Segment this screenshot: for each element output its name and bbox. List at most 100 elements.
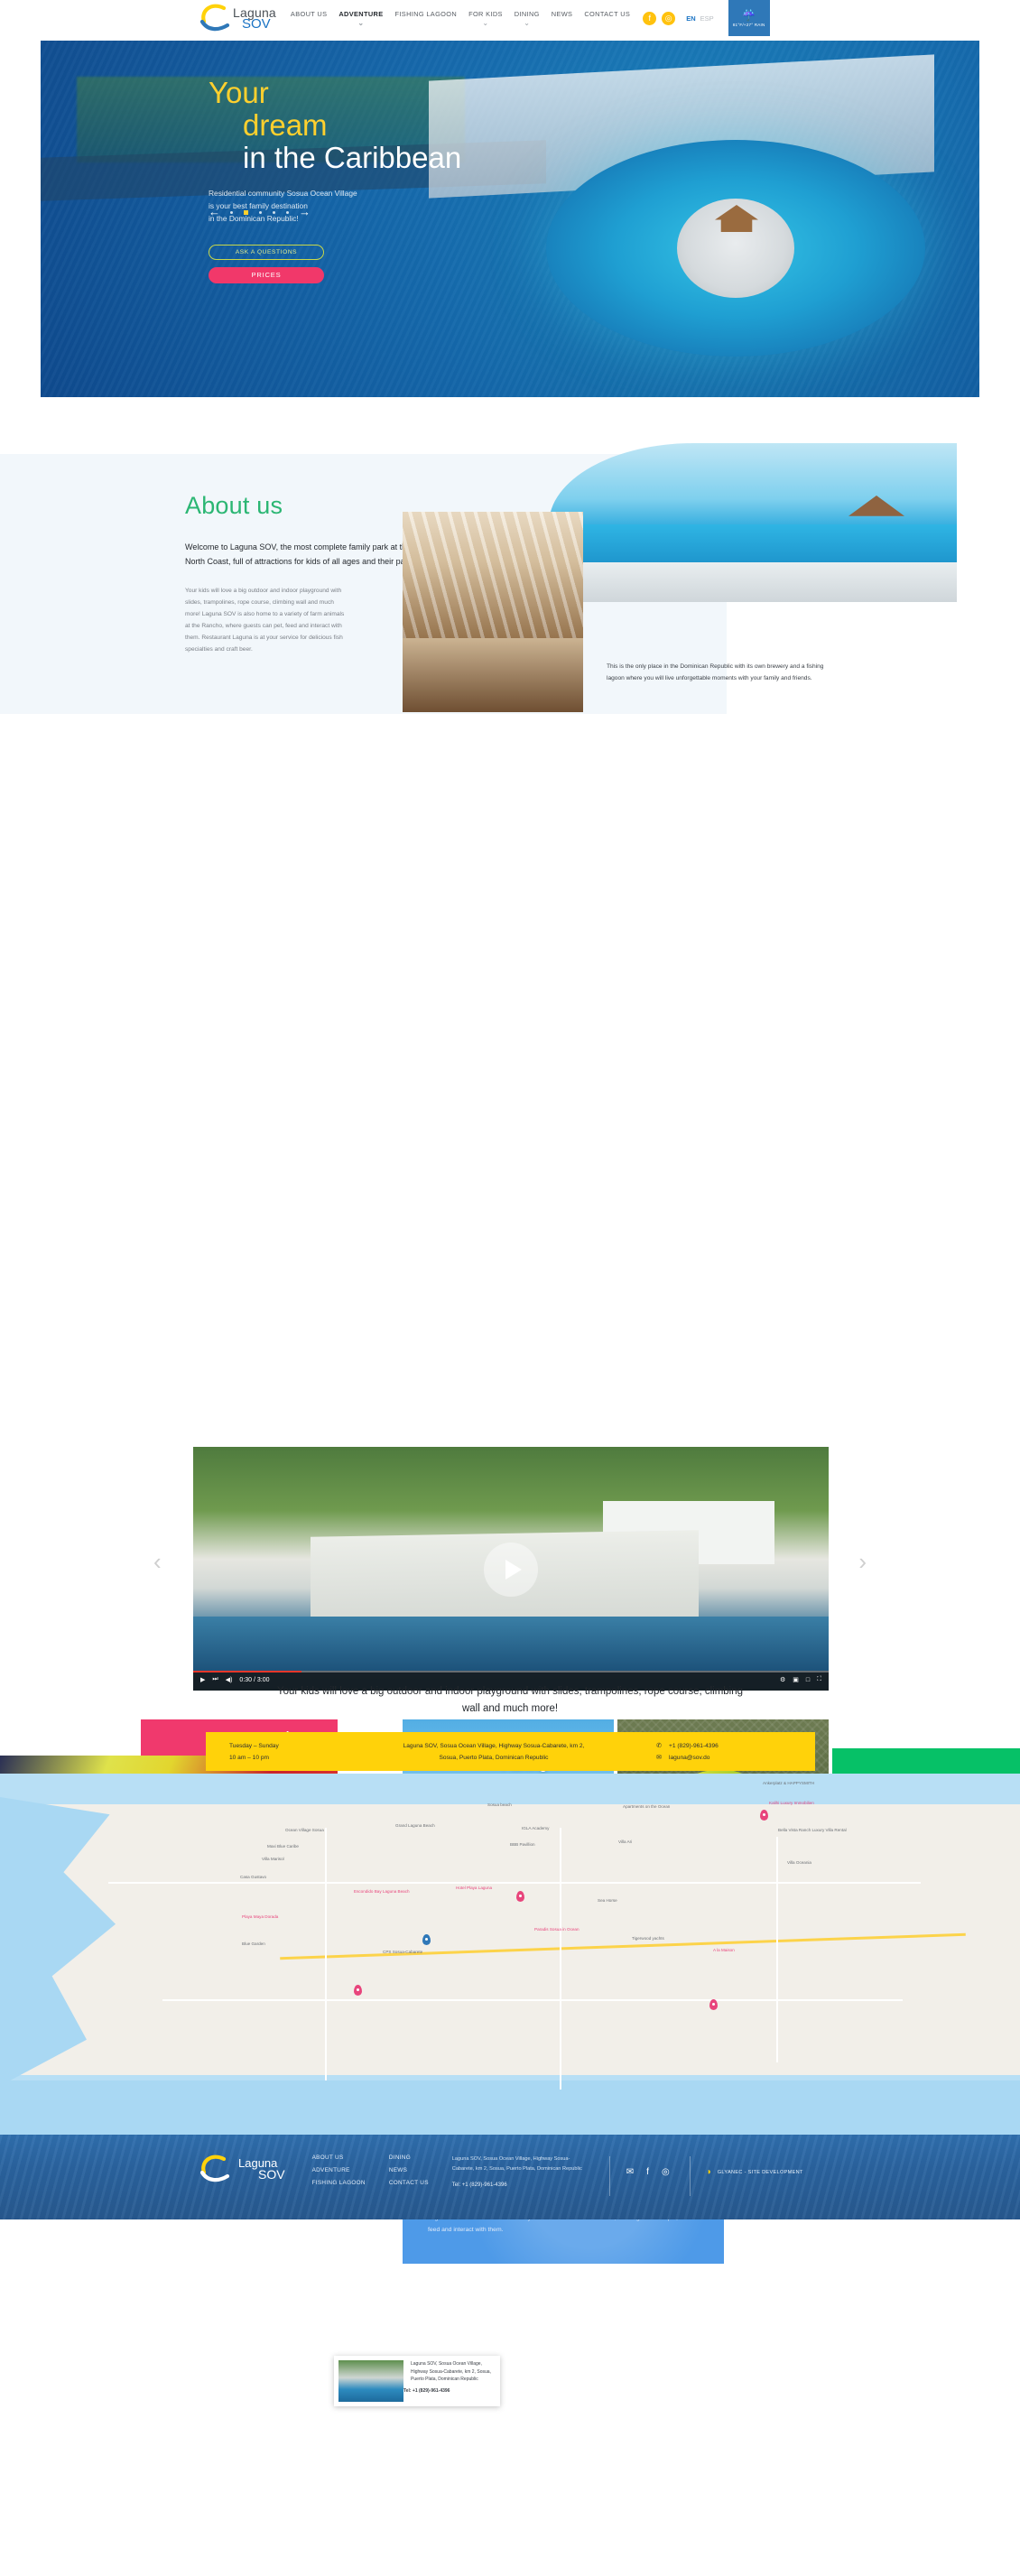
hero-dot-4[interactable] xyxy=(273,210,275,214)
hero-line-2: dream xyxy=(243,108,328,142)
instagram-icon[interactable]: ◎ xyxy=(662,2167,670,2177)
hero-dot-2[interactable] xyxy=(244,209,248,215)
footer-logo[interactable]: Laguna SOV xyxy=(197,2154,285,2183)
location-map[interactable]: Sosua beach IGLA Academy Apartments on the… xyxy=(0,1774,1020,2135)
about-photo-pool xyxy=(549,443,957,602)
nav-item-contact-us[interactable]: CONTACT US xyxy=(584,10,630,18)
site-header: Laguna SOV ABOUT US ADVENTURE ⌄ FISHING L… xyxy=(0,0,1020,36)
map-pin-laguna-sov[interactable] xyxy=(422,1934,431,1945)
hero-prev-arrow-icon[interactable]: ← xyxy=(209,206,220,218)
map-card-thumbnail xyxy=(338,2360,403,2402)
video-progress-bar[interactable] xyxy=(193,1671,829,1673)
site-logo[interactable]: Laguna SOV xyxy=(197,4,276,32)
footer-link-news[interactable]: NEWS xyxy=(389,2167,429,2173)
nav-label: ADVENTURE xyxy=(338,10,384,18)
facebook-icon[interactable]: f xyxy=(643,11,657,25)
video-progress-fill xyxy=(193,1671,301,1673)
footer-link-dining[interactable]: DINING xyxy=(389,2154,429,2161)
lang-esp[interactable]: ESP xyxy=(700,14,714,23)
map-pin-poi[interactable] xyxy=(760,1810,768,1821)
map-pin-poi[interactable] xyxy=(709,1999,718,2010)
video-left-controls: ▶ ⏭ ◀) 0:30 / 3:00 xyxy=(200,1676,270,1683)
email-row[interactable]: ✉ laguna@sov.do xyxy=(655,1752,719,1764)
map-label: Escondido Bay Laguna Beach xyxy=(354,1889,410,1894)
map-label: Ocean Village Sosua xyxy=(285,1828,324,1832)
contact-details: ✆ +1 (829)-961-4396 ✉ laguna@sov.do xyxy=(655,1740,719,1764)
email-icon[interactable]: ✉ xyxy=(626,2167,634,2177)
ask-a-question-button[interactable]: ASK A QUESTIONS xyxy=(209,245,324,260)
map-label: Villa Ari xyxy=(618,1839,633,1844)
footer-links-column-1: ABOUT US ADVENTURE FISHING LAGOON xyxy=(312,2154,366,2186)
video-right-controls: ⚙ ▣ □ ⛶ xyxy=(780,1676,821,1683)
facebook-icon[interactable]: f xyxy=(646,2167,649,2177)
map-label: Ankerplatz & HAPPYSMITH xyxy=(763,1781,815,1785)
map-pin-poi[interactable] xyxy=(516,1891,524,1902)
nav-label: NEWS xyxy=(551,10,573,18)
video-prev-arrow-icon[interactable]: ‹ xyxy=(153,1548,162,1576)
nav-item-about-us[interactable]: ABOUT US xyxy=(291,10,327,18)
settings-gear-icon[interactable]: ⚙ xyxy=(780,1676,785,1683)
video-timestamp: 0:30 / 3:00 xyxy=(239,1676,270,1683)
phone-icon: ✆ xyxy=(656,1742,662,1749)
contact-bar-section: Tuesday – Sunday 10 am – 10 pm Laguna SO… xyxy=(0,1719,1020,1774)
language-switcher: EN ESP xyxy=(686,14,713,23)
miniplayer-icon[interactable]: ▣ xyxy=(793,1676,799,1683)
play-button[interactable] xyxy=(484,1543,538,1597)
weather-widget[interactable]: ☔ 81°F/+27° RAIN xyxy=(728,0,770,36)
footer-link-contact-us[interactable]: CONTACT US xyxy=(389,2180,429,2186)
nav-item-for-kids[interactable]: FOR KIDS ⌄ xyxy=(468,10,503,27)
video-next-arrow-icon[interactable]: › xyxy=(858,1548,867,1576)
footer-link-adventure[interactable]: ADVENTURE xyxy=(312,2167,366,2173)
footer-link-about-us[interactable]: ABOUT US xyxy=(312,2154,366,2161)
instagram-icon[interactable]: ◎ xyxy=(662,11,676,25)
map-road xyxy=(325,1828,327,2080)
video-player[interactable]: ▶ ⏭ ◀) 0:30 / 3:00 ⚙ ▣ □ ⛶ xyxy=(193,1447,829,1691)
phone-row[interactable]: ✆ +1 (829)-961-4396 xyxy=(655,1740,719,1752)
map-label: IGLA Academy xyxy=(522,1826,550,1830)
map-label: Kalihi Luxury Immobilien xyxy=(769,1801,814,1805)
map-label: A la Maison xyxy=(713,1948,735,1952)
footer-address-block: Laguna SOV, Sosua Ocean Village, Highway… xyxy=(452,2154,589,2191)
map-info-card[interactable]: Laguna SOV, Sosua Ocean Village, Highway… xyxy=(334,2356,500,2406)
about-photo-restaurant-interior xyxy=(403,512,583,638)
chevron-down-icon: ⌄ xyxy=(482,19,489,27)
nav-label: FOR KIDS xyxy=(468,10,503,18)
footer-content: Laguna SOV ABOUT US ADVENTURE FISHING LA… xyxy=(197,2154,803,2196)
footer-link-fishing-lagoon[interactable]: FISHING LAGOON xyxy=(312,2180,366,2186)
fullscreen-icon[interactable]: ⛶ xyxy=(817,1676,821,1683)
hero-dot-1[interactable] xyxy=(230,210,233,214)
volume-icon[interactable]: ◀) xyxy=(226,1676,233,1683)
play-icon[interactable]: ▶ xyxy=(200,1676,205,1683)
map-pin-poi[interactable] xyxy=(354,1985,362,1996)
nav-item-dining[interactable]: DINING ⌄ xyxy=(515,10,540,27)
site-footer: Laguna SOV ABOUT US ADVENTURE FISHING LA… xyxy=(0,2135,1020,2219)
lang-en[interactable]: EN xyxy=(686,14,695,23)
developer-logo-icon: ◗ xyxy=(706,2167,712,2177)
hero-next-arrow-icon[interactable]: → xyxy=(299,206,311,218)
hero-buttons: ASK A QUESTIONS PRICES xyxy=(209,245,570,283)
nav-item-news[interactable]: NEWS xyxy=(552,10,573,18)
rain-cloud-icon: ☔ xyxy=(742,8,756,22)
theater-mode-icon[interactable]: □ xyxy=(806,1677,810,1683)
hero-dot-3[interactable] xyxy=(259,210,262,214)
footer-logo-mark-icon xyxy=(199,2154,230,2182)
chevron-down-icon: ⌄ xyxy=(357,19,365,27)
hero-dot-5[interactable] xyxy=(286,210,289,214)
footer-divider xyxy=(689,2156,691,2196)
nav-item-adventure[interactable]: ADVENTURE ⌄ xyxy=(338,10,384,27)
footer-developer-credit[interactable]: ◗ GLYANEC - SITE DEVELOPMENT xyxy=(707,2167,803,2177)
footer-social-links: ✉ f ◎ xyxy=(626,2167,670,2177)
opening-hours: Tuesday – Sunday 10 am – 10 pm xyxy=(229,1740,345,1764)
email-icon: ✉ xyxy=(656,1754,662,1761)
next-track-icon[interactable]: ⏭ xyxy=(212,1676,218,1683)
video-lagoon xyxy=(193,1617,829,1673)
map-label: Tigerwood yachts xyxy=(632,1936,664,1941)
main-navigation: ABOUT US ADVENTURE ⌄ FISHING LAGOON FOR K… xyxy=(291,0,630,36)
nav-item-fishing-lagoon[interactable]: FISHING LAGOON xyxy=(395,10,458,18)
opening-time: 10 am – 10 pm xyxy=(229,1754,269,1761)
about-text-block: About us Welcome to Laguna SOV, the most… xyxy=(185,492,429,655)
prices-button[interactable]: PRICES xyxy=(209,267,324,283)
map-label: Playa Maya Dorada xyxy=(242,1914,279,1919)
phone-number: +1 (829)-961-4396 xyxy=(669,1742,719,1749)
about-photo-restaurant-tables xyxy=(403,638,583,712)
